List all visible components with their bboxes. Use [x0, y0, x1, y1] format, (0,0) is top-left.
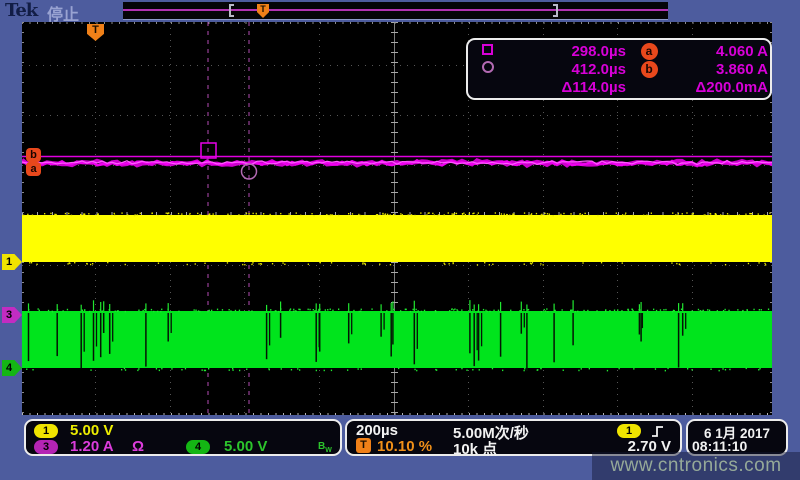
- trigger-source-badge[interactable]: 1: [617, 424, 641, 438]
- watermark-background: www.cntronics.com: [592, 452, 800, 480]
- cursor-readout-box: 298.0µs a 4.060 A 412.0µs b 3.860 A Δ114…: [466, 38, 772, 100]
- bandwidth-limit-icon: BW: [318, 441, 332, 454]
- cursor-a-time: 298.0µs: [512, 43, 626, 60]
- watermark-text: www.cntronics.com: [610, 455, 781, 477]
- expansion-bracket-left[interactable]: [229, 4, 234, 17]
- cursor-delta-value: Δ200.0mA: [672, 79, 768, 96]
- cursor-b-circle-icon: [482, 60, 494, 78]
- cursor-a-level-badge[interactable]: a: [26, 162, 41, 176]
- channel4-badge[interactable]: 4: [186, 440, 210, 454]
- cursor-a-value: 4.060 A: [672, 43, 768, 60]
- channel1-reference-marker[interactable]: 1: [2, 254, 22, 270]
- channel4-scale: 5.00 V: [224, 438, 267, 455]
- channel3-scale: 1.20 A: [70, 438, 114, 455]
- cursor-a-square-icon: [482, 42, 493, 60]
- channel1-scale: 5.00 V: [70, 422, 113, 439]
- trigger-position-percent: 10.10 %: [377, 438, 432, 455]
- record-overview-trace: [123, 9, 668, 11]
- channel-scales-box[interactable]: 1 5.00 V 3 1.20 A Ω 4 5.00 V BW: [24, 419, 342, 456]
- timebase-setting: 200µs: [356, 422, 398, 439]
- cursor-b-badge: b: [641, 61, 658, 78]
- trigger-position-icon[interactable]: T: [257, 4, 269, 18]
- datetime-box[interactable]: 6 1月 2017 08:11:10: [686, 419, 788, 456]
- wave-inspector-bar[interactable]: T: [123, 2, 668, 20]
- channel3-reference-marker[interactable]: 3: [2, 307, 22, 323]
- horizontal-trigger-box[interactable]: 200µs T 10.10 % 5.00M次/秒 10k 点 1 2.70 V: [345, 419, 682, 456]
- channel3-badge[interactable]: 3: [34, 440, 58, 454]
- expansion-bracket-right[interactable]: [553, 4, 558, 17]
- channel1-badge[interactable]: 1: [34, 424, 58, 438]
- channel3-coupling: Ω: [132, 438, 144, 455]
- trigger-position-badge: T: [356, 438, 371, 453]
- cursor-delta-time: Δ114.0µs: [512, 79, 626, 96]
- cursor-b-value: 3.860 A: [672, 61, 768, 78]
- cursor-a-badge: a: [641, 43, 658, 60]
- tek-logo: Tek: [5, 0, 37, 21]
- record-length: 10k 点: [453, 438, 497, 459]
- cursor-b-level-badge[interactable]: b: [26, 148, 41, 162]
- cursor-b-time: 412.0µs: [512, 61, 626, 78]
- channel4-reference-marker[interactable]: 4: [2, 360, 22, 376]
- rising-edge-icon: [651, 424, 664, 439]
